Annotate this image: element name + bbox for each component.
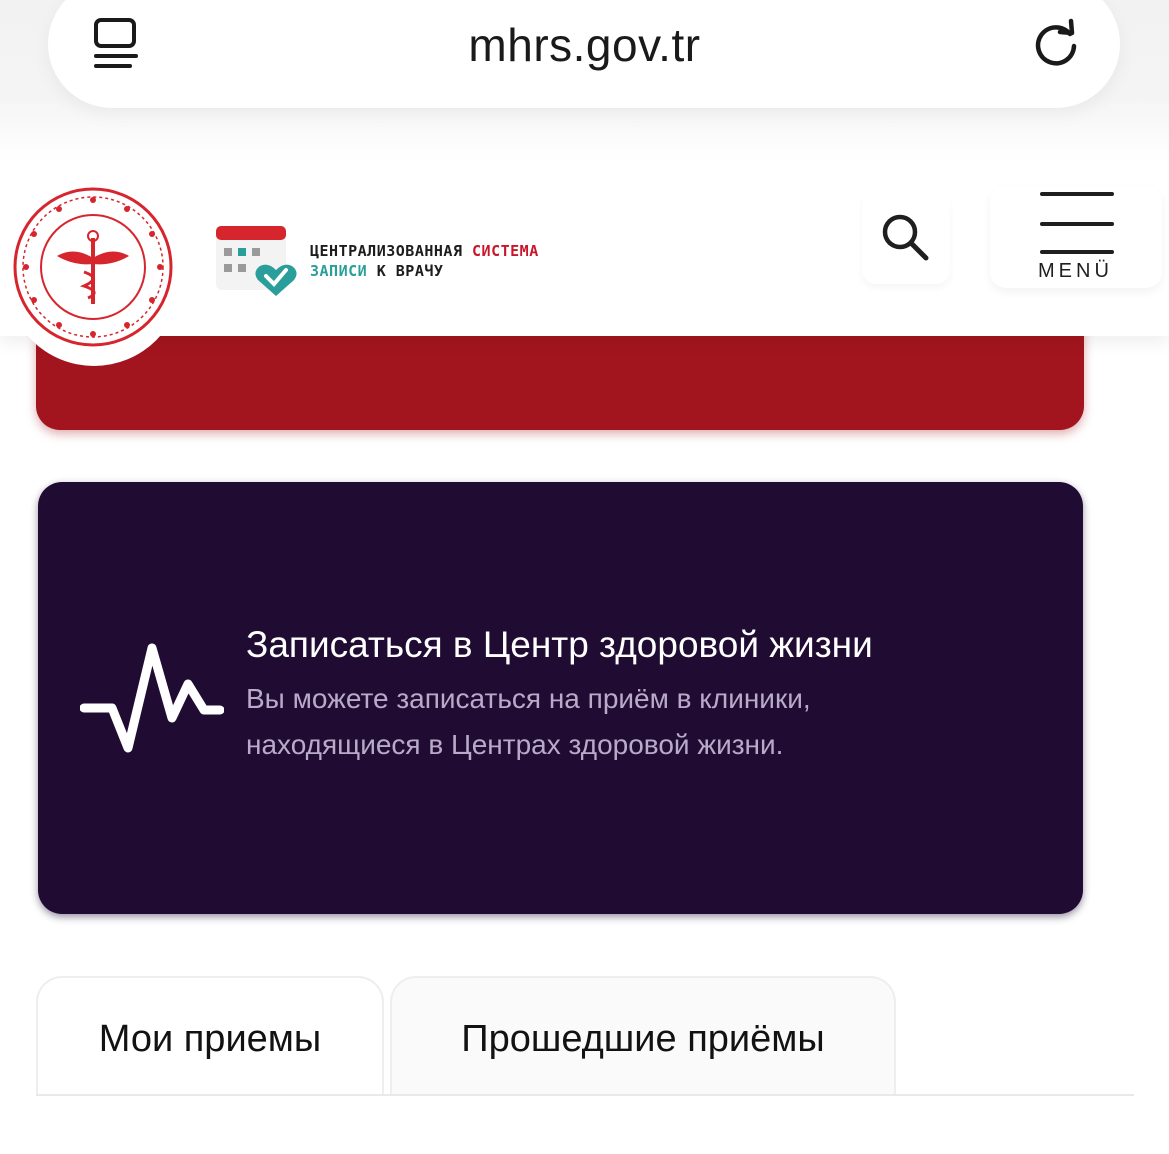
- brand-title-line1: ЦЕНТРАЛИЗОВАННАЯ СИСТЕМА: [310, 242, 539, 260]
- ministry-seal-icon[interactable]: [12, 186, 174, 348]
- brand-subtitle-dark: К ВРАЧУ: [376, 262, 444, 280]
- tabs-divider: [36, 1094, 1134, 1096]
- tabs-icon[interactable]: [90, 16, 142, 72]
- heartbeat-icon: [80, 643, 224, 753]
- calendar-heart-icon: [216, 226, 297, 296]
- reload-icon[interactable]: [1030, 18, 1082, 70]
- card-title[interactable]: Записаться в Центр здоровой жизни: [246, 624, 873, 666]
- search-icon: [882, 214, 929, 261]
- url-text[interactable]: mhrs.gov.tr: [0, 18, 1169, 72]
- brand-title-dark: ЦЕНТРАЛИЗОВАННАЯ: [310, 242, 463, 260]
- brand-title-red: СИСТЕМА: [472, 242, 539, 260]
- tab-my-appointments[interactable]: Мои приемы: [36, 976, 384, 1096]
- menu-label: MENÜ: [1038, 260, 1113, 282]
- tab-label: Мои приемы: [98, 1018, 322, 1060]
- brand-title-line2: ЗАПИСИ К ВРАЧУ: [310, 262, 443, 280]
- tab-label: Прошедшие приёмы: [461, 1018, 825, 1060]
- brand-subtitle-teal: ЗАПИСИ: [310, 262, 368, 280]
- card-description: Вы можете записаться на приём в клиники,…: [246, 683, 811, 760]
- tab-past-appointments[interactable]: Прошедшие приёмы: [390, 976, 896, 1096]
- search-button[interactable]: [862, 192, 950, 284]
- menu-button[interactable]: MENÜ: [990, 186, 1162, 288]
